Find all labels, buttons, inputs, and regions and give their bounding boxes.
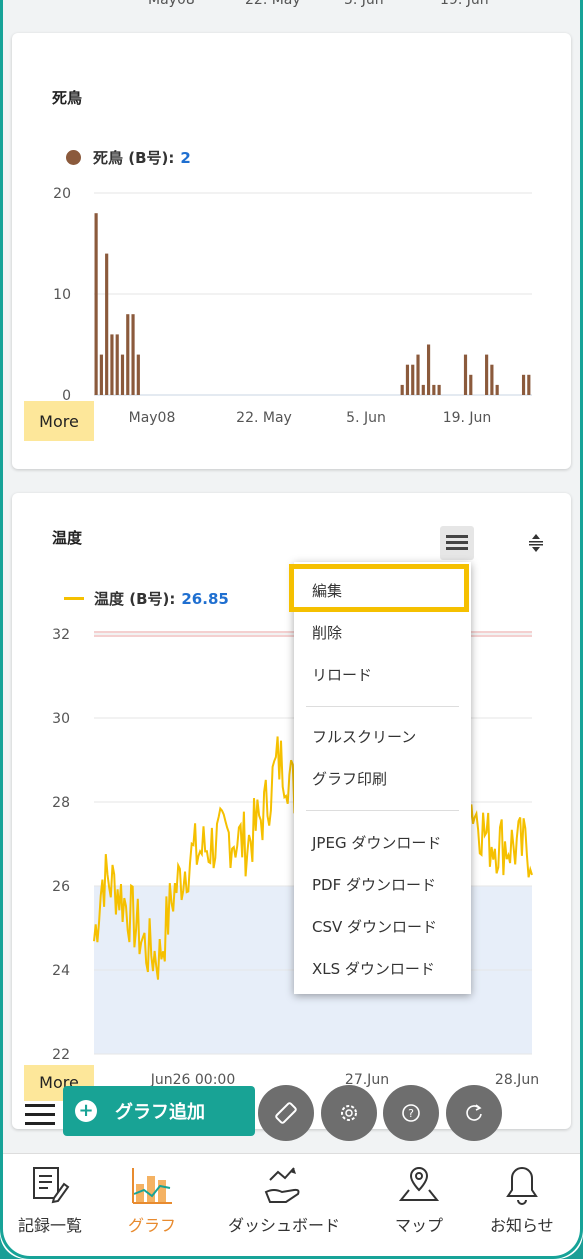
bar — [411, 364, 415, 395]
x-tick-label: 19. Jun — [443, 410, 492, 426]
bar — [485, 354, 489, 395]
bar — [99, 354, 103, 395]
nav-item-records[interactable]: 記録一覧 — [18, 1164, 82, 1236]
bar — [120, 354, 125, 395]
add-graph-label: グラフ追加 — [115, 1102, 205, 1123]
menu-divider — [306, 706, 459, 707]
bar — [400, 384, 404, 395]
nav-label: ダッシュボード — [228, 1216, 341, 1235]
bell-icon — [505, 1166, 538, 1205]
gear-icon — [341, 1105, 357, 1121]
hamburger-menu-icon[interactable] — [25, 1104, 55, 1131]
y-tick-label: 22 — [52, 1047, 70, 1063]
nav-label: グラフ — [128, 1216, 177, 1235]
app-screen: May08 22. May 5. Jun 19. Jun 死鳥 死鳥 (B号):… — [0, 0, 583, 1259]
menu-item-edit[interactable]: 編集 — [312, 580, 342, 601]
y-tick-label: 24 — [52, 963, 70, 979]
svg-text:?: ? — [408, 1107, 414, 1120]
refresh-button[interactable] — [446, 1085, 502, 1141]
chart-context-menu: 編集 削除 リロード フルスクリーン グラフ印刷 JPEG ダウンロード PDF… — [289, 562, 471, 994]
y-tick-label: 32 — [52, 627, 70, 643]
bar — [136, 354, 140, 395]
graph-icon — [132, 1168, 172, 1204]
menu-item-jpeg[interactable]: JPEG ダウンロード — [312, 832, 441, 853]
bar — [110, 334, 114, 395]
bottom-navigation: 記録一覧 グラフ ダッシュボード マップ お知らせ — [0, 1153, 583, 1259]
y-tick-label: 20 — [53, 186, 71, 202]
bar — [115, 334, 119, 395]
nav-item-map[interactable]: マップ — [395, 1164, 443, 1236]
nav-label: お知らせ — [490, 1216, 554, 1235]
bar — [416, 354, 420, 395]
menu-item-print[interactable]: グラフ印刷 — [312, 768, 387, 789]
plus-icon: + — [75, 1100, 97, 1122]
add-graph-button[interactable]: + グラフ追加 — [63, 1086, 255, 1136]
bar — [521, 374, 526, 395]
axis-tick: 22. May — [245, 0, 301, 8]
dashboard-icon — [264, 1167, 300, 1203]
bar — [426, 344, 431, 395]
menu-item-delete[interactable]: 削除 — [312, 622, 342, 643]
bar-chart: 01020May08 22. May 5. Jun 19. Jun — [53, 186, 532, 426]
nav-item-dashboard[interactable]: ダッシュボード — [228, 1164, 340, 1236]
bar — [105, 253, 109, 395]
menu-item-reload[interactable]: リロード — [312, 664, 372, 685]
bar — [131, 314, 135, 395]
menu-item-fullscreen[interactable]: フルスクリーン — [312, 726, 416, 747]
bar — [94, 213, 98, 395]
rotate-icon — [275, 1102, 297, 1124]
axis-tick: 5. Jun — [344, 0, 384, 8]
menu-divider — [306, 810, 459, 811]
more-button[interactable]: More — [24, 401, 94, 441]
rotate-button[interactable] — [258, 1085, 314, 1141]
axis-tick: May08 — [148, 0, 195, 8]
nav-label: マップ — [395, 1216, 444, 1235]
bar — [432, 384, 436, 395]
chart-card-dead-birds: 死鳥 死鳥 (B号): 2 0 10 20 May08 22. May 5. Jun 19.… — [12, 33, 571, 469]
bar — [405, 364, 410, 395]
y-tick-label: 30 — [52, 711, 70, 727]
refresh-icon — [466, 1104, 482, 1121]
bar — [437, 384, 441, 395]
bar — [421, 384, 425, 395]
bar — [469, 374, 473, 395]
bar — [463, 354, 468, 395]
menu-item-pdf[interactable]: PDF ダウンロード — [312, 874, 436, 895]
action-bar: + グラフ追加 ? — [0, 1085, 583, 1141]
bar — [495, 384, 499, 395]
nav-item-graph[interactable]: グラフ — [128, 1164, 176, 1236]
map-icon — [398, 1166, 440, 1201]
top-chart-x-axis: May08 22. May 5. Jun 19. Jun — [0, 0, 583, 10]
record-list-icon — [33, 1167, 70, 1204]
bar — [527, 374, 531, 395]
nav-item-notifications[interactable]: お知らせ — [490, 1164, 554, 1236]
y-tick-label: 10 — [53, 287, 71, 303]
menu-item-xls[interactable]: XLS ダウンロード — [312, 958, 435, 979]
menu-item-csv[interactable]: CSV ダウンロード — [312, 916, 437, 937]
x-tick-label: 22. May — [236, 410, 292, 426]
x-tick-label: May08 — [129, 410, 176, 426]
help-icon: ? — [402, 1104, 420, 1122]
settings-button[interactable] — [321, 1085, 377, 1141]
help-button[interactable]: ? — [383, 1085, 439, 1141]
bar — [490, 364, 494, 395]
nav-label: 記録一覧 — [18, 1216, 83, 1235]
bar — [126, 314, 130, 395]
axis-tick: 19. Jun — [440, 0, 489, 8]
x-tick-label: 5. Jun — [346, 410, 386, 426]
y-tick-label: 26 — [52, 879, 70, 895]
y-tick-label: 28 — [52, 795, 70, 811]
